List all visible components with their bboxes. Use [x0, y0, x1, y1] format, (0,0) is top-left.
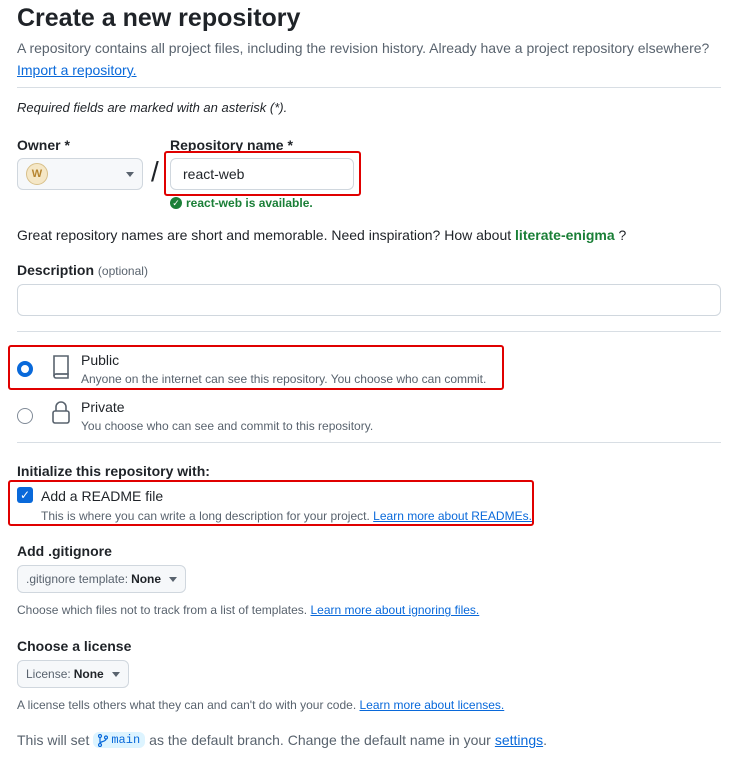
public-title: Public	[81, 352, 120, 368]
gitignore-note-text: Choose which files not to track from a l…	[17, 603, 308, 617]
readme-label: Add a README file	[41, 488, 164, 504]
license-note: A license tells others what they can and…	[17, 698, 504, 712]
gitignore-select-prefix: .gitignore template:	[26, 572, 129, 586]
license-select-value: None	[73, 667, 104, 681]
git-branch-icon	[98, 733, 109, 747]
optional-tag: (optional)	[97, 264, 148, 278]
default-branch-prefix: This will set	[17, 732, 90, 748]
import-repository-link[interactable]: Import a repository.	[17, 62, 137, 78]
readme-note-text: This is where you can write a long descr…	[41, 509, 370, 523]
readme-learn-more-link[interactable]: Learn more about READMEs.	[373, 509, 532, 523]
check-circle-icon: ✓	[170, 197, 182, 209]
gitignore-heading: Add .gitignore	[17, 543, 112, 559]
initialize-heading: Initialize this repository with:	[17, 463, 210, 479]
gitignore-select-value: None	[131, 572, 162, 586]
chevron-down-icon	[111, 671, 120, 677]
license-note-text: A license tells others what they can and…	[17, 698, 357, 712]
suggestion-text: Great repository names are short and mem…	[17, 227, 512, 243]
repo-icon	[53, 355, 69, 379]
suggested-name-link[interactable]: literate-enigma	[515, 227, 615, 243]
owner-select[interactable]: W	[17, 158, 143, 190]
divider	[17, 442, 721, 443]
description-label: Description (optional)	[17, 262, 148, 278]
gitignore-note: Choose which files not to track from a l…	[17, 603, 479, 617]
branch-name: main	[111, 733, 141, 747]
readme-note: This is where you can write a long descr…	[41, 509, 532, 523]
license-select-prefix: License:	[26, 667, 71, 681]
highlight-box	[164, 151, 361, 196]
public-subtitle: Anyone on the internet can see this repo…	[81, 372, 487, 386]
divider	[17, 87, 721, 88]
required-fields-note: Required fields are marked with an aster…	[17, 100, 288, 115]
availability-text: react-web is available.	[186, 196, 313, 210]
page-description: A repository contains all project files,…	[17, 40, 710, 56]
private-subtitle: You choose who can see and commit to thi…	[81, 419, 374, 433]
settings-link[interactable]: settings	[495, 732, 543, 748]
lock-icon	[52, 401, 70, 424]
availability-status: ✓ react-web is available.	[170, 196, 313, 210]
gitignore-select[interactable]: .gitignore template: None	[17, 565, 187, 593]
chevron-down-icon	[126, 171, 134, 177]
license-heading: Choose a license	[17, 638, 132, 654]
chevron-down-icon	[169, 576, 178, 582]
description-label-text: Description	[17, 262, 95, 278]
divider	[17, 331, 721, 332]
suggestion-end: ?	[618, 227, 627, 243]
description-input[interactable]	[17, 284, 721, 316]
owner-avatar: W	[26, 163, 48, 185]
owner-repo-separator: /	[151, 156, 159, 187]
private-title: Private	[81, 399, 125, 415]
license-select[interactable]: License: None	[17, 660, 129, 688]
name-suggestion: Great repository names are short and mem…	[17, 227, 626, 243]
owner-label: Owner *	[17, 137, 70, 153]
readme-checkbox[interactable]: ✓	[17, 487, 33, 503]
gitignore-learn-more-link[interactable]: Learn more about ignoring files.	[310, 603, 479, 617]
default-branch-end: .	[543, 732, 547, 748]
private-radio[interactable]	[17, 408, 33, 424]
default-branch-note: This will set main as the default branch…	[17, 732, 547, 748]
license-learn-more-link[interactable]: Learn more about licenses.	[360, 698, 505, 712]
page-title: Create a new repository	[17, 4, 301, 32]
branch-pill: main	[93, 732, 146, 748]
public-radio[interactable]	[17, 361, 33, 377]
default-branch-middle: as the default branch. Change the defaul…	[149, 732, 491, 748]
